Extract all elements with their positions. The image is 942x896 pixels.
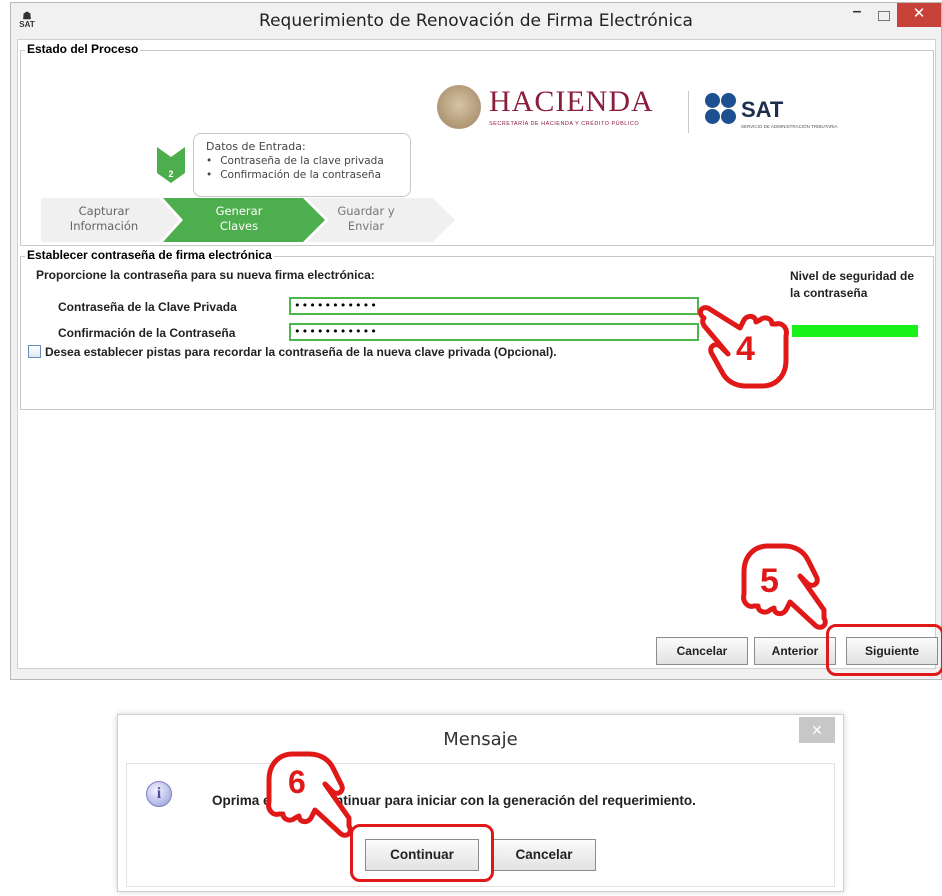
sat-logo: SAT SERVICIO DE ADMINISTRACIÓN TRIBUTARI… — [705, 91, 865, 135]
step-save: Guardar y Enviar — [321, 204, 411, 234]
sat-dots-icon — [705, 91, 739, 125]
continue-button-highlight — [350, 824, 494, 882]
step-capture-line2: Información — [69, 219, 139, 233]
hand-pointer-icon-5 — [741, 543, 828, 630]
logo-divider — [688, 91, 689, 133]
callout-item: Confirmación de la contraseña — [206, 168, 384, 182]
hacienda-logo: HACIENDA SECRETARÍA DE HACIENDA Y CRÉDIT… — [437, 81, 677, 137]
next-button-highlight — [826, 624, 942, 676]
maximize-button[interactable] — [873, 5, 895, 27]
dialog-close-button[interactable]: ✕ — [799, 717, 835, 743]
step-save-line1: Guardar y — [337, 204, 395, 218]
step-input-callout: Datos de Entrada: Contraseña de la clave… — [193, 133, 411, 197]
security-level-label: Nivel de seguridad de la contraseña — [790, 269, 915, 300]
dialog-cancel-button[interactable]: Cancelar — [492, 839, 596, 871]
process-status-label: Estado del Proceso — [25, 42, 141, 56]
callout-title: Datos de Entrada: — [206, 140, 306, 153]
process-status-group: Estado del Proceso HACIENDA SECRETARÍA D… — [20, 42, 934, 246]
sat-logo-subtitle: SERVICIO DE ADMINISTRACIÓN TRIBUTARIA — [741, 124, 838, 129]
password-prompt: Proporcione la contraseña para su nueva … — [36, 268, 375, 282]
hand-pointer-icon-6 — [266, 751, 353, 838]
info-icon: i — [146, 781, 172, 807]
step-capture: Capturar Información — [59, 204, 149, 234]
private-key-password-input[interactable]: ••••••••••• — [289, 297, 699, 315]
dialog-title: Mensaje — [443, 729, 518, 750]
close-button[interactable]: ✕ — [897, 3, 941, 27]
back-button[interactable]: Anterior — [754, 637, 836, 665]
private-key-password-label: Contraseña de la Clave Privada — [58, 300, 237, 314]
security-level-bar — [792, 325, 918, 337]
minimize-button[interactable]: – — [846, 3, 868, 25]
annotation-step-5: 5 — [760, 562, 779, 600]
callout-item: Contraseña de la clave privada — [206, 154, 384, 168]
step-save-line2: Enviar — [347, 219, 385, 233]
hints-checkbox-row[interactable]: Desea establecer pistas para recordar la… — [28, 345, 557, 359]
hacienda-logo-subtitle: SECRETARÍA DE HACIENDA Y CRÉDITO PÚBLICO — [489, 121, 640, 127]
window-title: Requerimiento de Renovación de Firma Ele… — [259, 11, 693, 31]
hints-checkbox[interactable] — [28, 345, 41, 358]
annotation-step-4: 4 — [736, 330, 755, 368]
title-bar[interactable]: ☗ SAT Requerimiento de Renovación de Firm… — [11, 3, 941, 39]
step-generate-line1: Generar — [215, 204, 263, 218]
maximize-icon — [878, 11, 890, 21]
step-capture-line1: Capturar — [78, 204, 130, 218]
annotation-step-6: 6 — [288, 764, 306, 800]
step-generate: Generar Claves — [189, 204, 289, 234]
confirm-password-label: Confirmación de la Contraseña — [58, 326, 236, 340]
hints-checkbox-label: Desea establecer pistas para recordar la… — [45, 345, 557, 359]
sat-logo-text: SAT — [741, 97, 784, 122]
cancel-button[interactable]: Cancelar — [656, 637, 748, 665]
step-marker-number: 2 — [168, 169, 174, 179]
mexico-seal-icon — [437, 85, 481, 129]
step-generate-line2: Claves — [219, 219, 259, 233]
hacienda-logo-text: HACIENDA — [489, 85, 654, 118]
password-group-label: Establecer contraseña de firma electróni… — [25, 248, 274, 262]
callout-list: Contraseña de la clave privada Confirmac… — [206, 154, 384, 182]
confirm-password-input[interactable]: ••••••••••• — [289, 323, 699, 341]
